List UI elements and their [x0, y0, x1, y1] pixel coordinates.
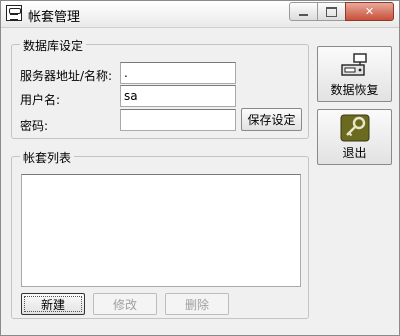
close-icon: ✕	[364, 5, 375, 18]
key-icon	[340, 114, 369, 142]
minimize-icon	[299, 13, 308, 16]
database-restore-icon	[340, 53, 367, 76]
maximize-icon	[326, 6, 337, 17]
exit-button[interactable]: 退出	[317, 109, 392, 165]
new-button[interactable]: 新建	[21, 293, 85, 315]
password-label: 密码:	[20, 119, 49, 133]
username-input[interactable]: sa	[120, 85, 236, 107]
window-title: 帐套管理	[28, 10, 81, 25]
server-label: 服务器地址/名称:	[20, 69, 113, 83]
title-bar: 帐套管理 ✕	[1, 1, 399, 28]
account-list-legend: 帐套列表	[20, 149, 75, 166]
data-restore-label: 数据恢复	[330, 83, 379, 97]
delete-button[interactable]: 删除	[165, 293, 229, 315]
minimize-button[interactable]	[289, 2, 318, 21]
exit-label: 退出	[342, 146, 367, 160]
save-settings-button[interactable]: 保存设定	[241, 108, 302, 131]
main-window: 帐套管理 ✕ 数据库设定 服务器地址/名称: . 用户名: sa 密码: 保存设…	[0, 0, 400, 336]
edit-button[interactable]: 修改	[93, 293, 157, 315]
username-label: 用户名:	[20, 93, 61, 107]
close-button[interactable]: ✕	[345, 2, 394, 21]
password-input[interactable]	[120, 109, 236, 131]
data-restore-button[interactable]: 数据恢复	[317, 46, 392, 102]
server-input[interactable]: .	[120, 62, 236, 84]
account-list-box[interactable]	[21, 174, 301, 287]
maximize-button[interactable]	[317, 2, 346, 21]
account-book-icon	[6, 5, 22, 21]
database-settings-legend: 数据库设定	[20, 37, 87, 54]
